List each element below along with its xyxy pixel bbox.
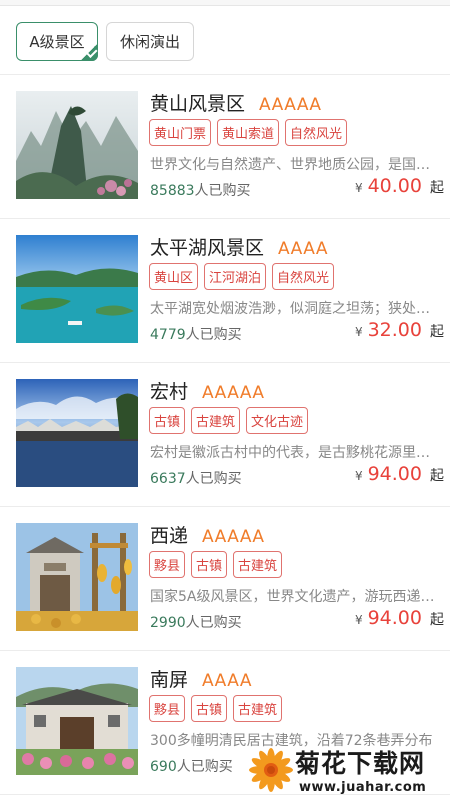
watermark-name: 菊花下载网 [295,749,426,778]
tag-list: 黟县 古镇 古建筑 [149,551,283,578]
grade-rating: AAAAA [202,383,265,403]
price-value: 94.00 [367,607,422,629]
taiping-lake-image [16,235,138,343]
currency-symbol: ¥ [354,181,363,195]
currency-symbol: ¥ [354,613,363,627]
price: ¥ 40.00 起 [355,175,444,197]
price: ¥ 94.00 起 [355,463,444,485]
grade-rating: AAAA [278,239,328,259]
tag: 古镇 [149,407,186,434]
grade-rating: AAAAA [259,95,322,115]
currency-symbol: ¥ [354,469,363,483]
tag: 文化古迹 [246,407,309,434]
sold-number: 690 [150,759,177,775]
list-item[interactable]: 西递 AAAAA 黟县 古镇 古建筑 国家5A级风景区，世界文化遗产，游玩西递古… [0,507,450,651]
tag: 黄山索道 [217,119,280,146]
thumbnail-image [16,235,138,343]
price-value: 94.00 [367,463,422,485]
thumbnail-image [16,523,138,631]
tag: 黄山门票 [149,119,212,146]
sold-count: 6637人已购买 [150,468,242,488]
price-value: 40.00 [367,175,422,197]
filter-bar: A级景区 休闲演出 [16,22,194,61]
chrysanthemum-logo-icon [249,748,293,792]
filter-chip-label: 休闲演出 [119,33,180,51]
sold-suffix: 人已购买 [176,759,233,775]
sold-suffix: 人已购买 [185,327,242,343]
tag: 黟县 [149,551,186,578]
tag: 古建筑 [191,407,241,434]
checkmark-icon [80,43,98,61]
item-description: 世界文化与自然遗产、世界地质公园，是国家5A级旅游景区 [150,157,440,173]
tag-list: 黟县 古镇 古建筑 [149,695,283,722]
list-item[interactable]: 宏村 AAAAA 古镇 古建筑 文化古迹 宏村是徽派古村中的代表，是古黟桃花源里… [0,363,450,507]
tag: 古镇 [191,551,228,578]
nanping-image [16,667,138,775]
price: ¥ 94.00 起 [355,607,444,629]
watermark: 菊花下载网 www.juahar.com [245,740,450,800]
item-title[interactable]: 黄山风景区 [150,89,245,116]
top-bar [0,0,450,6]
thumbnail-image [16,379,138,487]
tag: 自然风光 [285,119,348,146]
tag-list: 黄山门票 黄山索道 自然风光 [149,119,348,146]
sold-count: 2990人已购买 [150,612,242,632]
grade-rating: AAAA [202,671,252,691]
tag: 黟县 [149,695,186,722]
tag-list: 古镇 古建筑 文化古迹 [149,407,309,434]
sold-suffix: 人已购买 [185,615,242,631]
tag-list: 黄山区 江河湖泊 自然风光 [149,263,335,290]
filter-chip-label: A级景区 [29,33,85,51]
sold-count: 690人已购买 [150,756,233,776]
thumbnail-image [16,91,138,199]
sold-count: 4779人已购买 [150,324,242,344]
item-description: 国家5A级风景区，世界文化遗产，游玩西递古村落 [150,589,440,605]
price-suffix: 起 [430,612,444,628]
attraction-list: 黄山风景区 AAAAA 黄山门票 黄山索道 自然风光 世界文化与自然遗产、世界地… [0,75,450,795]
sold-suffix: 人已购买 [185,471,242,487]
list-item[interactable]: 太平湖风景区 AAAA 黄山区 江河湖泊 自然风光 太平湖宽处烟波浩渺，似洞庭之… [0,219,450,363]
sold-suffix: 人已购买 [194,183,251,199]
price-suffix: 起 [430,180,444,196]
currency-symbol: ¥ [354,325,363,339]
list-item[interactable]: 黄山风景区 AAAAA 黄山门票 黄山索道 自然风光 世界文化与自然遗产、世界地… [0,75,450,219]
sold-number: 6637 [150,471,186,487]
price: ¥ 32.00 起 [355,319,444,341]
tag: 古镇 [191,695,228,722]
tag: 古建筑 [233,695,283,722]
item-description: 太平湖宽处烟波浩渺，似洞庭之坦荡；狭处则如漓江 [150,301,440,317]
price-suffix: 起 [430,324,444,340]
item-title[interactable]: 南屏 [150,665,188,692]
item-title[interactable]: 太平湖风景区 [150,233,264,260]
item-title[interactable]: 宏村 [150,377,188,404]
price-value: 32.00 [367,319,422,341]
huangshan-image [16,91,138,199]
filter-chip-a-level[interactable]: A级景区 [16,22,98,61]
filter-chip-leisure-show[interactable]: 休闲演出 [106,22,194,61]
tag: 黄山区 [149,263,199,290]
sold-number: 2990 [150,615,186,631]
price-suffix: 起 [430,468,444,484]
tag: 江河湖泊 [204,263,267,290]
tag: 自然风光 [272,263,335,290]
grade-rating: AAAAA [202,527,265,547]
sold-number: 85883 [150,183,195,199]
watermark-url: www.juahar.com [299,780,427,795]
item-title[interactable]: 西递 [150,521,188,548]
sold-number: 4779 [150,327,186,343]
sold-count: 85883人已购买 [150,180,251,200]
item-description: 宏村是徽派古村中的代表，是古黟桃花源里一座奇特的牛形古村落 [150,445,440,461]
xidi-image [16,523,138,631]
tag: 古建筑 [233,551,283,578]
hongcun-image [16,379,138,487]
thumbnail-image [16,667,138,775]
